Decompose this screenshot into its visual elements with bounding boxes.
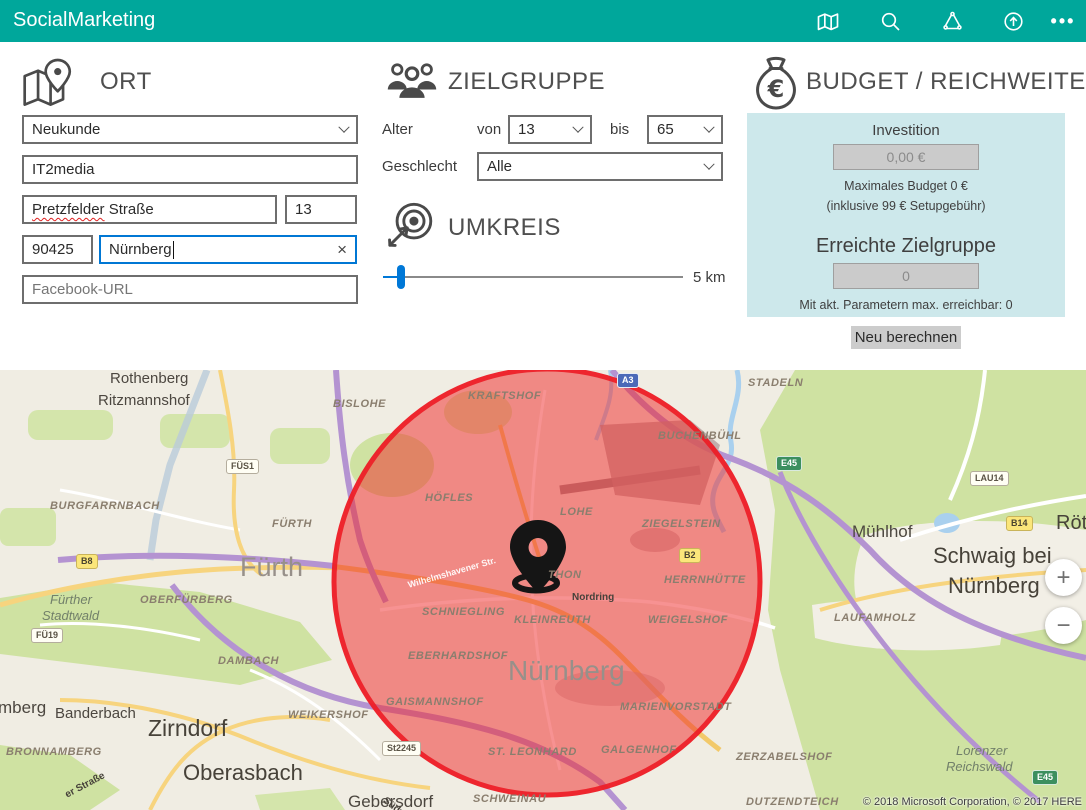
house-number-field[interactable]: 13 — [285, 195, 357, 224]
street-field[interactable]: Pretzfelder Straße — [22, 195, 277, 224]
road-shield: E45 — [776, 456, 803, 472]
target-arrow-icon — [386, 198, 438, 255]
reached-input[interactable]: 0 — [833, 263, 979, 289]
chevron-down-icon — [703, 158, 715, 170]
zoom-in-button[interactable]: + — [1045, 559, 1082, 596]
budget-panel: Investition 0,00 € Maximales Budget 0 € … — [747, 113, 1065, 317]
ort-heading: ORT — [100, 68, 152, 95]
zielgruppe-heading: ZIELGRUPPE — [448, 68, 606, 95]
city-field[interactable]: Nürnberg × — [99, 235, 357, 264]
recalculate-button[interactable]: Neu berechnen — [851, 326, 961, 349]
umkreis-heading: UMKREIS — [448, 214, 561, 241]
street-value-misspelled: Pretzfelder — [32, 201, 105, 218]
map-graphics — [0, 370, 1086, 810]
chevron-down-icon — [703, 121, 715, 133]
facebook-url-input[interactable] — [22, 275, 358, 304]
more-icon[interactable]: ••• — [1050, 8, 1076, 34]
gender-dropdown[interactable]: Alle — [477, 152, 723, 181]
customer-type-dropdown[interactable]: Neukunde — [22, 115, 358, 144]
max-reachable-text: Mit akt. Parametern max. erreichbar: 0 — [799, 298, 1013, 312]
zoom-out-button[interactable]: − — [1045, 607, 1082, 644]
search-icon[interactable] — [877, 8, 903, 34]
titlebar: SocialMarketing ••• — [0, 0, 1086, 42]
road-shield: St2245 — [382, 741, 422, 757]
zip-field[interactable]: 90425 — [22, 235, 93, 264]
age-to-value: 65 — [657, 121, 674, 138]
zip-value: 90425 — [32, 241, 74, 258]
clear-text-icon[interactable]: × — [337, 241, 347, 258]
company-field[interactable]: IT2media — [22, 155, 358, 184]
city-value: Nürnberg — [109, 241, 172, 258]
customer-type-value: Neukunde — [32, 121, 101, 138]
road-shield: FÜ19 — [31, 628, 64, 644]
alter-label: Alter — [382, 121, 413, 138]
road-shield: B8 — [76, 554, 98, 570]
road-shield: FÜS1 — [226, 459, 260, 475]
company-value: IT2media — [32, 161, 95, 178]
investition-input[interactable]: 0,00 € — [833, 144, 979, 170]
map-pin-icon — [22, 56, 72, 119]
map-icon[interactable] — [815, 8, 841, 34]
von-label: von — [477, 121, 502, 138]
setup-fee-text: (inklusive 99 € Setupgebühr) — [826, 199, 986, 213]
map-canvas[interactable]: Rothenberg Ritzmannshof STADELN BISLOHE BURG… — [0, 370, 1086, 810]
sync-icon[interactable] — [939, 8, 965, 34]
road-shield: LAU14 — [970, 471, 1009, 487]
people-icon — [386, 60, 438, 105]
road-shield: B14 — [1006, 516, 1033, 532]
upload-icon[interactable] — [1000, 8, 1026, 34]
radius-value-label: 5 km — [693, 269, 726, 286]
geschlecht-label: Geschlecht — [382, 158, 458, 175]
age-to-dropdown[interactable]: 65 — [647, 115, 723, 144]
max-budget-text: Maximales Budget 0 € — [844, 179, 968, 193]
money-bag-icon: € — [752, 56, 800, 117]
house-number-value: 13 — [295, 201, 312, 218]
gender-value: Alle — [487, 158, 513, 175]
age-from-value: 13 — [518, 121, 535, 138]
app-title: SocialMarketing — [13, 9, 156, 31]
reached-label: Erreichte Zielgruppe — [815, 235, 997, 257]
bis-label: bis — [610, 121, 630, 138]
age-from-dropdown[interactable]: 13 — [508, 115, 592, 144]
map-copyright: © 2018 Microsoft Corporation, © 2017 HER… — [862, 796, 1082, 808]
road-shield: A3 — [617, 373, 639, 389]
radius-slider[interactable] — [383, 265, 683, 289]
budget-heading: BUDGET / REICHWEITE — [806, 68, 1086, 95]
slider-track[interactable] — [383, 276, 683, 278]
street-value-rest: Straße — [104, 201, 154, 218]
chevron-down-icon — [572, 121, 584, 133]
svg-text:€: € — [767, 75, 785, 103]
form-area: ORT Neukunde IT2media Pretzfelder Straße… — [0, 42, 1086, 370]
slider-thumb[interactable] — [397, 265, 405, 289]
text-caret — [172, 240, 174, 259]
road-shield: E45 — [1032, 770, 1059, 786]
investition-label: Investition — [872, 122, 940, 139]
road-shield: B2 — [679, 548, 701, 564]
chevron-down-icon — [338, 121, 350, 133]
